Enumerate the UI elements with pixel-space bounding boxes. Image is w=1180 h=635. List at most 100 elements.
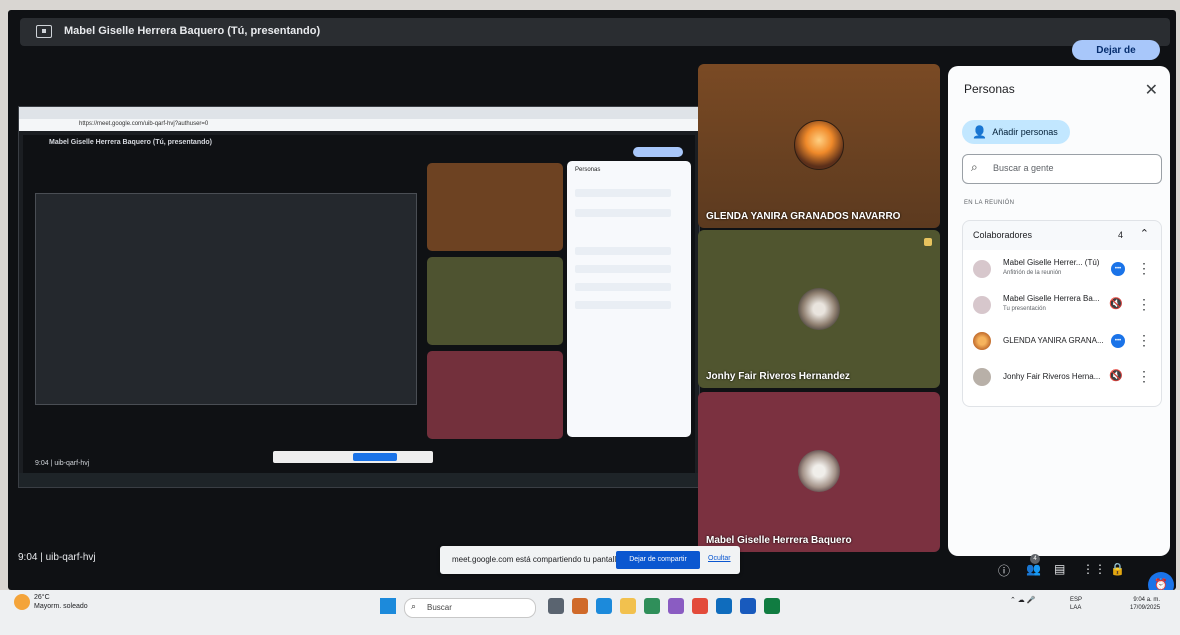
lang-line2: LAA: [1070, 605, 1082, 611]
participant-name: Jonhy Fair Riveros Hernandez: [706, 371, 850, 382]
nested-tile-jonhy: [427, 257, 563, 345]
clock-time: 9:04 a. m.: [1133, 597, 1161, 603]
nested-row: [575, 209, 671, 217]
taskview-icon[interactable]: [548, 598, 564, 614]
chevron-up-icon[interactable]: ⌃: [1140, 227, 1149, 240]
participant-tile-glenda[interactable]: GLENDA YANIRA GRANADOS NAVARRO: [698, 64, 940, 228]
participant-name: GLENDA YANIRA GRANA...: [1003, 336, 1104, 345]
windows-taskbar: 26°C Mayorm. soleado ⌕ Buscar ⌃ ☁ 🎤 ESP …: [0, 590, 1180, 635]
avatar: [973, 260, 991, 278]
avatar: [798, 450, 840, 492]
nested-tile-mabel: [427, 351, 563, 439]
participant-tile-mabel[interactable]: Mabel Giselle Herrera Baquero: [698, 392, 940, 552]
nested-shared-screen: [35, 193, 417, 405]
hide-link[interactable]: Ocultar: [708, 555, 731, 562]
more-vert-icon[interactable]: ⋮: [1137, 296, 1151, 313]
mic-off-icon: 🔇: [1109, 370, 1123, 382]
speaking-icon: •••: [1111, 334, 1125, 348]
nested-taskbar: [19, 473, 699, 487]
avatar: [973, 296, 991, 314]
nested-meeting-code: 9:04 | uib-qarf-hvj: [35, 460, 90, 467]
chrome-icon[interactable]: [692, 598, 708, 614]
mic-off-icon: [924, 238, 932, 246]
folder-icon[interactable]: [620, 598, 636, 614]
share-notice-text: meet.google.com está compartiendo tu pan…: [452, 555, 623, 564]
clock-date: 17/09/2025: [1130, 605, 1161, 611]
windows-icon[interactable]: [380, 598, 396, 614]
list-item[interactable]: Mabel Giselle Herrer... (Tú) Anfitrión d…: [963, 252, 1161, 288]
word-icon[interactable]: [740, 598, 756, 614]
section-label: EN LA REUNIÓN: [964, 200, 1015, 206]
language-indicator[interactable]: ESP LAA: [1070, 596, 1082, 612]
stop-sharing-button[interactable]: Dejar de compartir: [616, 551, 700, 569]
lock-icon[interactable]: 🔒: [1110, 562, 1125, 576]
search-placeholder: Buscar a gente: [993, 163, 1054, 173]
avatar: [798, 288, 840, 330]
browser-tabstrip: [19, 107, 699, 119]
nested-people-panel: Personas: [567, 161, 691, 437]
browser-address-bar: https://meet.google.com/uib-qarf-hvj?aut…: [19, 119, 699, 131]
app-icon[interactable]: [572, 598, 588, 614]
tray-icons[interactable]: ⌃ ☁ 🎤: [1010, 596, 1035, 604]
participant-tile-jonhy[interactable]: Jonhy Fair Riveros Hernandez: [698, 230, 940, 388]
clock[interactable]: 9:04 a. m. 17/09/2025: [1130, 596, 1160, 612]
presenter-title: Mabel Giselle Herrera Baquero (Tú, prese…: [64, 25, 321, 37]
outlook-icon[interactable]: [716, 598, 732, 614]
avatar: [794, 120, 844, 170]
excel-icon[interactable]: [764, 598, 780, 614]
more-vert-icon[interactable]: ⋮: [1137, 260, 1151, 277]
taskbar-search-text: Buscar: [427, 603, 452, 612]
weather-desc: Mayorm. soleado: [34, 603, 88, 610]
taskbar-search[interactable]: ⌕ Buscar: [404, 598, 536, 618]
present-icon: [36, 25, 52, 38]
stop-presenting-button[interactable]: Dejar de presentar: [1072, 40, 1160, 76]
add-people-button[interactable]: 👤 Añadir personas: [962, 120, 1070, 144]
shared-screen: https://meet.google.com/uib-qarf-hvj?aut…: [18, 106, 700, 488]
nested-people-title: Personas: [575, 167, 601, 173]
participant-role: Anfitrión de la reunión: [1003, 270, 1062, 276]
search-input[interactable]: ⌕ Buscar a gente: [962, 154, 1162, 184]
close-icon[interactable]: ✕: [1145, 80, 1158, 100]
people-icon[interactable]: 👥: [1026, 562, 1041, 576]
lang-line1: ESP: [1070, 597, 1083, 603]
add-person-icon: 👤: [972, 125, 987, 139]
more-vert-icon[interactable]: ⋮: [1137, 332, 1151, 349]
nested-row: [575, 189, 671, 197]
apps-icon[interactable]: ⋮⋮: [1082, 562, 1106, 576]
mic-off-icon: 🔇: [1109, 298, 1123, 310]
nested-row: [575, 247, 671, 255]
people-panel-title: Personas: [964, 82, 1015, 96]
info-icon[interactable]: ⓘ: [998, 562, 1010, 579]
participant-name: Mabel Giselle Herrer... (Tú): [1003, 258, 1100, 267]
nested-tile-glenda: [427, 163, 563, 251]
nested-meet-view: Mabel Giselle Herrera Baquero (Tú, prese…: [23, 135, 695, 475]
add-people-label: Añadir personas: [992, 127, 1058, 137]
edge-icon[interactable]: [596, 598, 612, 614]
speaking-icon: •••: [1111, 262, 1125, 276]
group-title: Colaboradores: [973, 230, 1033, 240]
nested-share-toast: [273, 451, 433, 463]
people-panel: Personas ✕ 👤 Añadir personas ⌕ Buscar a …: [948, 66, 1170, 556]
search-icon: ⌕: [411, 601, 417, 611]
meeting-controls: ⓘ 👥 ▤ ⋮⋮ 🔒: [988, 562, 1168, 586]
list-item[interactable]: GLENDA YANIRA GRANA... ••• ⋮: [963, 324, 1161, 360]
participants-list: Mabel Giselle Herrer... (Tú) Anfitrión d…: [962, 250, 1162, 407]
app-icon[interactable]: [668, 598, 684, 614]
avatar: [973, 368, 991, 386]
nested-row: [575, 265, 671, 273]
chat-icon[interactable]: ▤: [1054, 562, 1065, 576]
group-count: 4: [1117, 230, 1123, 240]
more-vert-icon[interactable]: ⋮: [1137, 368, 1151, 385]
avatar: [973, 332, 991, 350]
meet-window: Mabel Giselle Herrera Baquero (Tú, prese…: [8, 10, 1176, 590]
weather-temp: 26°C: [34, 594, 50, 601]
nested-row: [575, 301, 671, 309]
app-icon[interactable]: [644, 598, 660, 614]
nested-stop-button: [633, 147, 683, 157]
participant-name: Mabel Giselle Herrera Ba...: [1003, 294, 1100, 303]
browser-url-text: https://meet.google.com/uib-qarf-hvj?aut…: [79, 121, 209, 127]
collaborators-group-header[interactable]: Colaboradores 4 ⌃: [962, 220, 1162, 251]
list-item[interactable]: Mabel Giselle Herrera Ba... Tu presentac…: [963, 288, 1161, 324]
list-item[interactable]: Jonhy Fair Riveros Herna... 🔇 ⋮: [963, 360, 1161, 396]
host-icon[interactable]: ⏰: [1148, 572, 1174, 590]
